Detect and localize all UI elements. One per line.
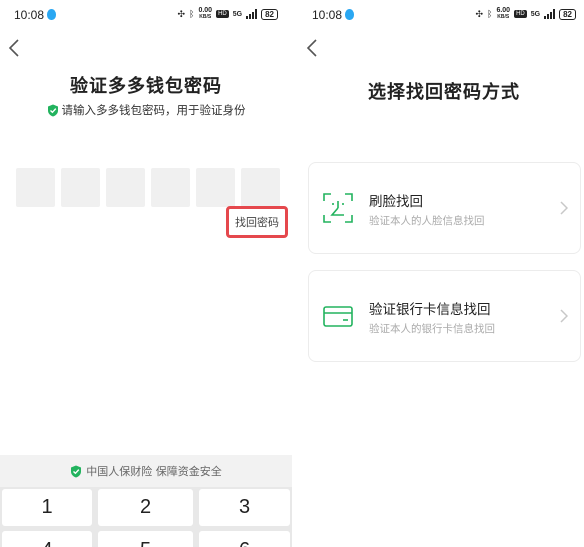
- network-speed: 6.00 KB/S: [496, 7, 511, 20]
- insurance-banner: 中国人保财险 保障资金安全: [0, 455, 292, 487]
- key-2[interactable]: 2: [98, 489, 193, 526]
- bank-card-recovery-option[interactable]: 验证银行卡信息找回 验证本人的银行卡信息找回: [308, 270, 581, 362]
- bluetooth-icon: ᛒ: [487, 8, 493, 19]
- bank-card-icon: [323, 306, 353, 327]
- pin-digit-box[interactable]: [61, 168, 100, 207]
- status-bar: 10:08 ✣ ᛒ 0.00 KB/S HD 5G 82: [0, 0, 292, 30]
- option-title: 刷脸找回: [369, 194, 423, 210]
- find-password-link[interactable]: 找回密码: [226, 206, 288, 238]
- option-subtitle: 验证本人的人脸信息找回: [369, 215, 485, 227]
- signal-icon: [544, 9, 556, 19]
- verify-password-screen: 10:08 ✣ ᛒ 0.00 KB/S HD 5G 82 验证多多钱包密码 请输入…: [0, 0, 292, 547]
- network-speed: 0.00 KB/S: [198, 7, 213, 20]
- back-arrow-icon[interactable]: [6, 38, 24, 58]
- page-title: 选择找回密码方式: [368, 82, 520, 103]
- status-time: 10:08: [312, 8, 343, 22]
- pin-digit-box[interactable]: [241, 168, 280, 207]
- option-title: 验证银行卡信息找回: [369, 302, 491, 318]
- network-type: 5G: [232, 10, 243, 18]
- chevron-right-icon: [560, 309, 568, 323]
- key-5[interactable]: 5: [98, 531, 193, 547]
- pin-digit-box[interactable]: [16, 168, 55, 207]
- status-time: 10:08: [14, 8, 45, 22]
- battery-icon: 82: [559, 8, 576, 20]
- chevron-right-icon: [560, 201, 568, 215]
- key-6[interactable]: 6: [199, 531, 290, 547]
- option-subtitle: 验证本人的银行卡信息找回: [369, 323, 495, 335]
- insurance-text: 中国人保财险 保障资金安全: [86, 465, 222, 478]
- shield-check-icon: [71, 465, 82, 477]
- status-bar: 10:08 ✣ ᛒ 6.00 KB/S HD 5G 82: [298, 0, 584, 30]
- key-4[interactable]: 4: [2, 531, 92, 547]
- battery-icon: 82: [261, 8, 278, 20]
- hd-badge: HD: [216, 10, 229, 18]
- shield-check-icon: [47, 104, 58, 116]
- vibrate-icon: ✣: [177, 8, 186, 19]
- back-arrow-icon[interactable]: [304, 38, 322, 58]
- page-title: 验证多多钱包密码: [70, 76, 222, 97]
- numeric-keypad: 1 2 3 4 5 6: [0, 487, 292, 547]
- bluetooth-icon: ᛒ: [189, 8, 195, 19]
- notification-bubble-icon: [345, 9, 354, 20]
- key-1[interactable]: 1: [2, 489, 92, 526]
- pin-digit-box[interactable]: [196, 168, 235, 207]
- status-icons: ✣ ᛒ 0.00 KB/S HD 5G 82: [177, 7, 278, 20]
- face-recovery-option[interactable]: 刷脸找回 验证本人的人脸信息找回: [308, 162, 581, 254]
- signal-icon: [246, 9, 258, 19]
- hd-badge: HD: [514, 10, 527, 18]
- pin-digit-box[interactable]: [151, 168, 190, 207]
- network-type: 5G: [530, 10, 541, 18]
- vibrate-icon: ✣: [475, 8, 484, 19]
- pin-input[interactable]: [16, 168, 280, 207]
- notification-bubble-icon: [47, 9, 56, 20]
- recovery-method-screen: 10:08 ✣ ᛒ 6.00 KB/S HD 5G 82 选择找回密码方式 刷脸找…: [298, 0, 584, 547]
- status-icons: ✣ ᛒ 6.00 KB/S HD 5G 82: [475, 7, 576, 20]
- pin-digit-box[interactable]: [106, 168, 145, 207]
- key-3[interactable]: 3: [199, 489, 290, 526]
- subtitle-text: 请输入多多钱包密码，用于验证身份: [61, 103, 246, 117]
- face-scan-icon: [323, 193, 353, 223]
- subtitle: 请输入多多钱包密码，用于验证身份: [0, 102, 292, 118]
